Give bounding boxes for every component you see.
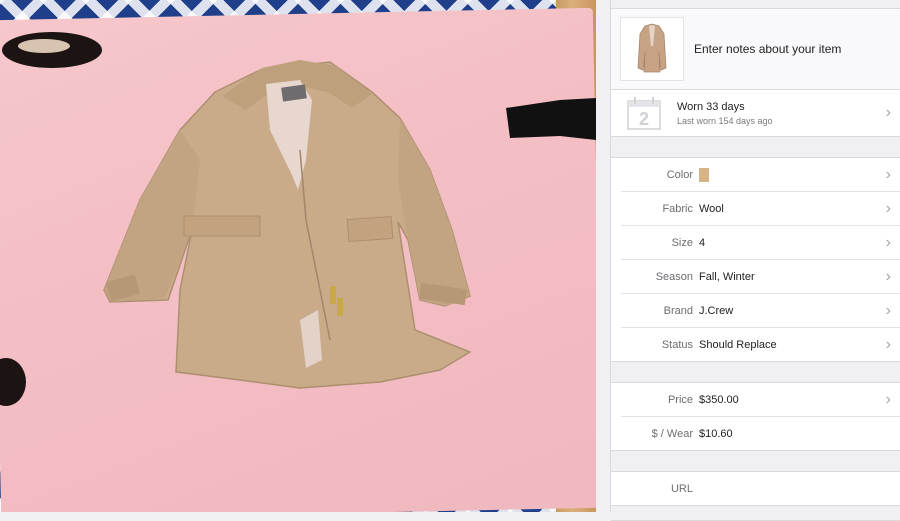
cost-value: $350.00 <box>699 393 739 406</box>
notes-row[interactable]: Enter notes about your item <box>611 9 900 90</box>
cost-value: $10.60 <box>699 427 733 440</box>
detail-row-size[interactable]: Size 4 › <box>621 226 900 260</box>
detail-label: Status <box>661 338 693 351</box>
cost-group: Price $350.00 › $ / Wear $10.60 <box>611 383 900 451</box>
coat-illustration <box>0 32 596 406</box>
worn-count: Worn 33 days <box>677 100 745 113</box>
chevron-right-icon: › <box>885 233 891 251</box>
chevron-right-icon: › <box>885 165 891 183</box>
shoe-bottom-left <box>0 358 26 406</box>
detail-label: Brand <box>663 304 693 317</box>
item-detail-panel: Enter notes about your item 2 Worn 33 da… <box>610 0 900 521</box>
detail-row-status[interactable]: Status Should Replace › <box>611 328 900 362</box>
black-scarf <box>506 98 596 140</box>
chevron-right-icon: › <box>885 301 891 319</box>
detail-label: Size <box>671 236 693 249</box>
details-group: Color › Fabric Wool › Size 4 › Season Fa… <box>611 158 900 362</box>
detail-value: 4 <box>699 236 706 249</box>
detail-value: Fall, Winter <box>699 270 755 283</box>
detail-row-fabric[interactable]: Fabric Wool › <box>621 192 900 226</box>
detail-label: Color <box>666 168 693 181</box>
url-label: URL <box>670 482 693 495</box>
detail-value: J.Crew <box>699 304 734 317</box>
notes-placeholder[interactable]: Enter notes about your item <box>694 42 841 56</box>
cost-row-per-wear: $ / Wear $10.60 <box>611 417 900 451</box>
detail-value: Wool <box>699 202 724 215</box>
section-gap <box>611 451 900 472</box>
detail-row-brand[interactable]: Brand J.Crew › <box>621 294 900 328</box>
url-row[interactable]: URL <box>611 472 900 506</box>
top-separator <box>611 0 900 9</box>
cost-label: $ / Wear <box>651 427 693 440</box>
detail-row-color[interactable]: Color › <box>621 158 900 192</box>
link-group: URL <box>611 472 900 506</box>
section-gap <box>611 137 900 158</box>
chevron-right-icon: › <box>885 335 891 353</box>
detail-label: Fabric <box>662 202 693 215</box>
calendar-day: 2 <box>639 109 649 129</box>
item-photo[interactable] <box>0 0 596 512</box>
color-swatch <box>699 167 709 182</box>
chevron-right-icon: › <box>885 199 891 217</box>
detail-row-season[interactable]: Season Fall, Winter › <box>621 260 900 294</box>
chevron-right-icon: › <box>885 104 891 121</box>
last-worn: Last worn 154 days ago <box>677 115 773 126</box>
detail-value: Should Replace <box>699 338 777 351</box>
section-gap <box>611 362 900 383</box>
calendar-icon: 2 <box>627 97 661 130</box>
coat-thumbnail-icon[interactable] <box>620 17 684 81</box>
cost-row-price[interactable]: Price $350.00 › <box>621 383 900 417</box>
detail-label: Season <box>655 270 693 283</box>
coat-pocket-left <box>183 215 261 237</box>
chevron-right-icon: › <box>885 390 891 408</box>
cost-label: Price <box>667 393 693 406</box>
bottom-separator <box>611 506 900 521</box>
worn-row[interactable]: 2 Worn 33 days Last worn 154 days ago › <box>611 90 900 137</box>
chevron-right-icon: › <box>885 267 891 285</box>
coat-pocket-right <box>346 215 394 243</box>
